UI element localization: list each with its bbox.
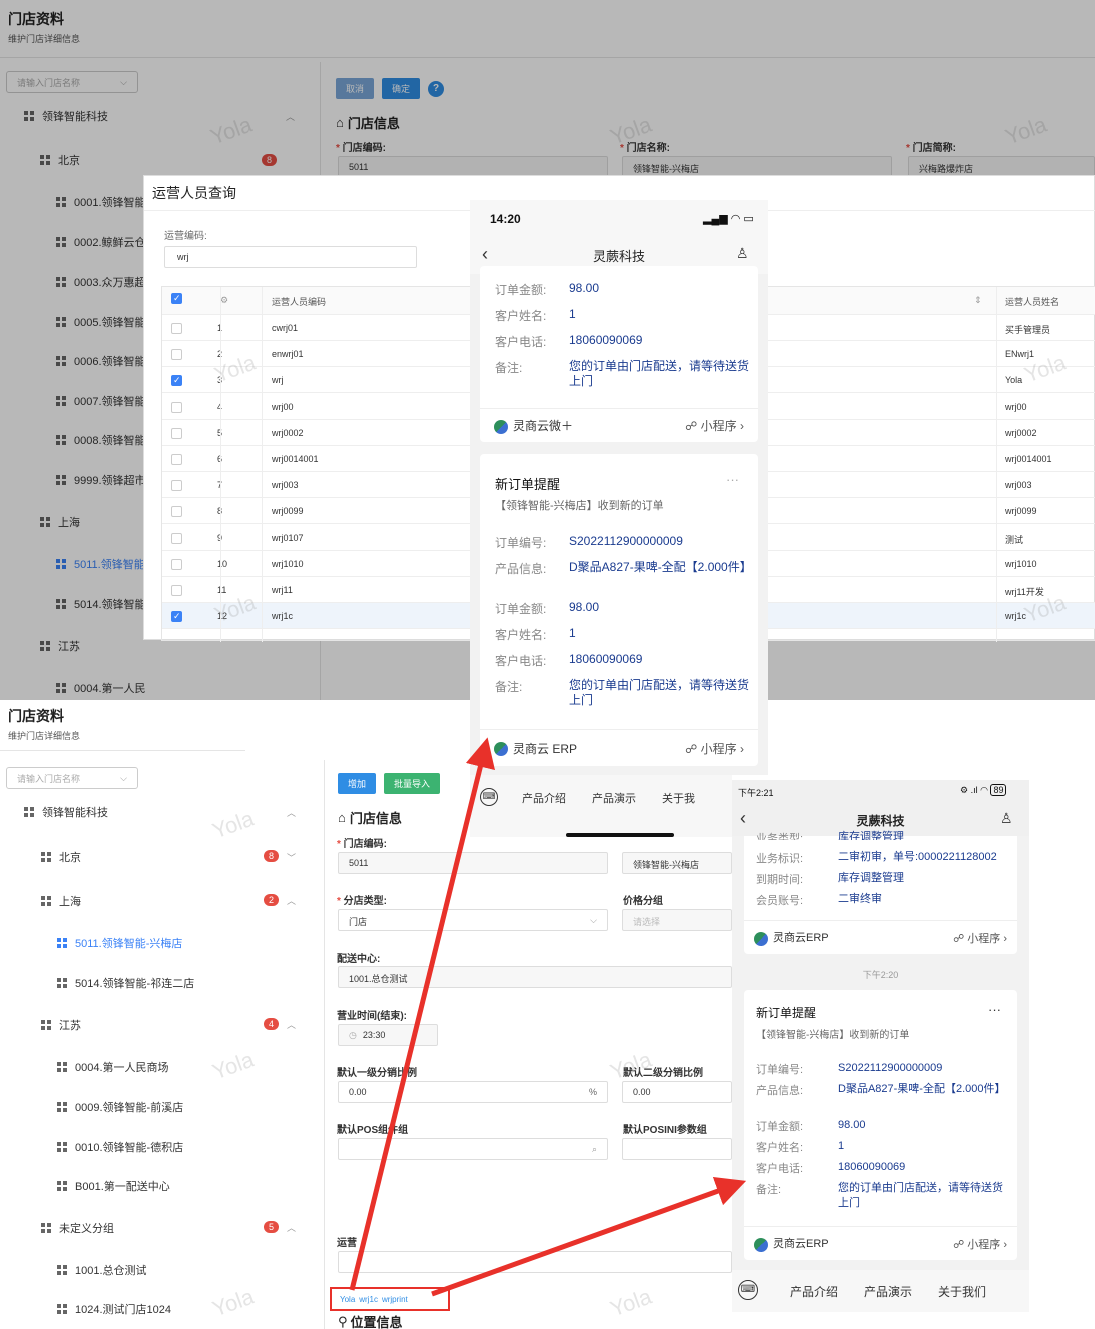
arrow-to-phone1 [349, 737, 495, 1291]
arrow-to-phone2 [431, 1176, 747, 1297]
annotation-arrows [349, 737, 747, 1297]
